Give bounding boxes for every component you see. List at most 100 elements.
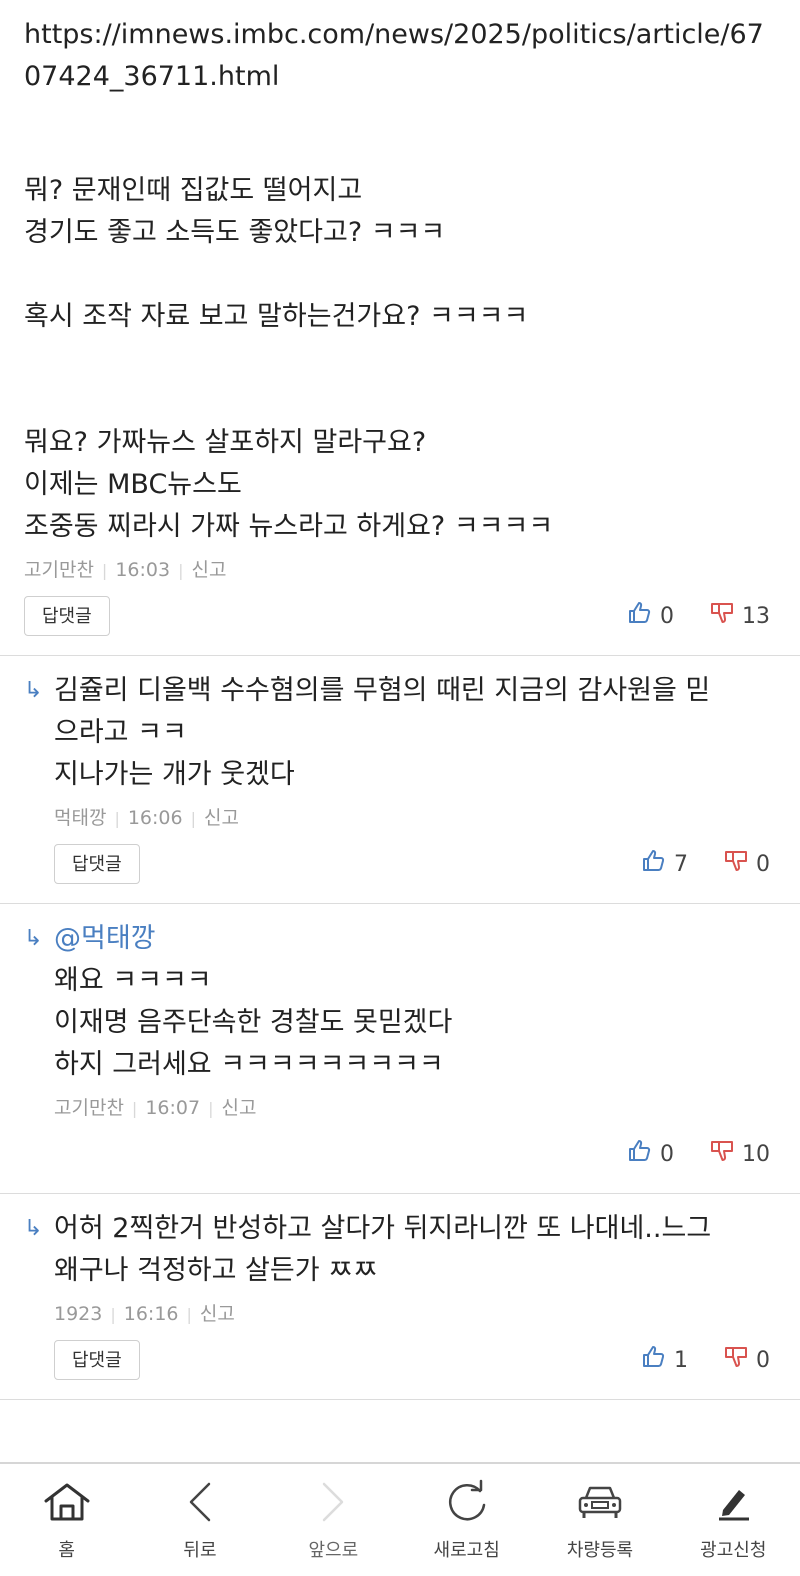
report-link[interactable]: 신고 xyxy=(204,807,239,829)
vote-group: 0 10 xyxy=(592,1139,770,1169)
comment-line: 왜요 ㅋㅋㅋㅋ xyxy=(54,965,212,996)
nav-ad-apply-button[interactable]: 광고신청 xyxy=(667,1464,800,1576)
reply-button[interactable]: 답댓글 xyxy=(54,1340,140,1380)
reply-button[interactable]: 답댓글 xyxy=(24,596,110,636)
comment-line xyxy=(24,380,770,422)
comment-meta: 먹태깡 | 16:06 | 신고 xyxy=(54,804,770,833)
nav-car-register-label: 차량등록 xyxy=(566,1540,634,1561)
home-icon xyxy=(42,1478,92,1526)
dislike-button[interactable]: 0 xyxy=(724,849,770,879)
thumbs-down-icon xyxy=(724,1345,756,1375)
like-button[interactable]: 7 xyxy=(642,849,688,879)
nav-car-register-button[interactable]: 차량등록 xyxy=(533,1464,666,1576)
dislike-button[interactable]: 13 xyxy=(710,601,770,631)
thumbs-up-icon xyxy=(642,1345,674,1375)
nav-refresh-button[interactable]: 새로고침 xyxy=(400,1464,533,1576)
like-button[interactable]: 1 xyxy=(642,1345,688,1375)
meta-divider: | xyxy=(178,561,184,580)
comment-list: https://imnews.imbc.com/news/2025/politi… xyxy=(0,0,800,1462)
vote-group: 1 0 xyxy=(606,1345,770,1375)
comment-line: 조중동 찌라시 가짜 뉴스라고 하게요? ㅋㅋㅋㅋ xyxy=(24,511,554,542)
comment-line: 경기도 좋고 소득도 좋았다고? ㅋㅋㅋ xyxy=(24,217,446,248)
like-button[interactable]: 0 xyxy=(628,1139,674,1169)
comment-url-text: https://imnews.imbc.com/news/2025/politi… xyxy=(24,19,764,92)
like-button[interactable]: 0 xyxy=(628,601,674,631)
like-count: 0 xyxy=(660,603,674,629)
nav-ad-apply-label: 광고신청 xyxy=(700,1540,767,1561)
vote-group: 0 13 xyxy=(592,601,770,631)
comment-line: 혹시 조작 자료 보고 말하는건가요? ㅋㅋㅋㅋ xyxy=(24,301,529,332)
thumbs-down-icon xyxy=(710,1139,742,1169)
comment-actions: 답댓글 0 13 xyxy=(24,595,770,637)
comment-time: 16:16 xyxy=(123,1303,179,1325)
vote-group: 7 0 xyxy=(606,849,770,879)
comment-line: 지나가는 개가 웃겠다 xyxy=(54,759,295,790)
comment-author[interactable]: 먹태깡 xyxy=(54,807,106,829)
report-link[interactable]: 신고 xyxy=(200,1303,235,1325)
nav-refresh-label: 새로고침 xyxy=(433,1540,500,1561)
comment-author[interactable]: 1923 xyxy=(54,1303,102,1325)
thumbs-down-icon xyxy=(724,849,756,879)
dislike-count: 13 xyxy=(742,603,770,629)
like-count: 1 xyxy=(674,1347,688,1373)
like-count: 7 xyxy=(674,851,688,877)
dislike-button[interactable]: 10 xyxy=(710,1139,770,1169)
comment-time: 16:06 xyxy=(127,807,183,829)
report-link[interactable]: 신고 xyxy=(221,1097,256,1119)
comment-line: 어허 2찍한거 반성하고 살다가 뒤지라니깐 또 나대네..느그 xyxy=(54,1213,712,1244)
comment-actions: 답댓글 7 0 xyxy=(54,843,770,885)
nav-forward-button[interactable]: 앞으로 xyxy=(267,1464,400,1576)
comment-author[interactable]: 고기만찬 xyxy=(24,559,94,581)
mention-link[interactable]: @먹태깡 xyxy=(54,918,770,960)
comment-line: 하지 그러세요 ㅋㅋㅋㅋㅋㅋㅋㅋㅋ xyxy=(54,1049,444,1080)
comment-item: https://imnews.imbc.com/news/2025/politi… xyxy=(0,0,800,656)
chevron-left-icon xyxy=(185,1478,215,1526)
comment-actions: 0 10 xyxy=(54,1133,770,1175)
reply-button[interactable]: 답댓글 xyxy=(54,844,140,884)
dislike-button[interactable]: 0 xyxy=(724,1345,770,1375)
thumbs-down-icon xyxy=(710,601,742,631)
comment-time: 16:07 xyxy=(145,1097,201,1119)
chevron-right-icon xyxy=(318,1478,348,1526)
meta-divider: | xyxy=(186,1305,192,1324)
nav-home-label: 홈 xyxy=(58,1540,75,1561)
comment-line: 뭐요? 가짜뉴스 살포하지 말라구요? xyxy=(24,427,427,458)
nav-forward-label: 앞으로 xyxy=(308,1540,359,1561)
pencil-icon xyxy=(713,1478,753,1526)
reply-arrow-icon: ↳ xyxy=(24,1216,43,1241)
comment-line: 이제는 MBC뉴스도 xyxy=(24,469,242,500)
car-icon xyxy=(576,1478,624,1526)
reply-item: ↳ 김쥴리 디올백 수수혐의를 무혐의 때린 지금의 감사원을 믿 으라고 ㅋㅋ… xyxy=(0,656,800,904)
nav-home-button[interactable]: 홈 xyxy=(0,1464,133,1576)
nav-back-label: 뒤로 xyxy=(183,1540,217,1561)
meta-divider: | xyxy=(190,809,196,828)
dislike-count: 0 xyxy=(756,851,770,877)
thumbs-up-icon xyxy=(628,1139,660,1169)
comment-line: 으라고 ㅋㅋ xyxy=(54,717,187,748)
thumbs-up-icon xyxy=(642,849,674,879)
like-count: 0 xyxy=(660,1141,674,1167)
comment-line xyxy=(24,338,770,380)
reply-arrow-icon: ↳ xyxy=(24,926,43,951)
comment-line: 김쥴리 디올백 수수혐의를 무혐의 때린 지금의 감사원을 믿 xyxy=(54,675,711,706)
meta-divider: | xyxy=(131,1099,138,1118)
reply-arrow-icon: ↳ xyxy=(24,678,43,703)
comment-meta: 고기만찬 | 16:07 | 신고 xyxy=(54,1094,770,1123)
reply-item: ↳ 어허 2찍한거 반성하고 살다가 뒤지라니깐 또 나대네..느그 왜구나 걱… xyxy=(0,1194,800,1400)
bottom-nav-bar: 홈 뒤로 앞으로 새로고침 차량등록 광고신청 xyxy=(0,1462,800,1576)
nav-back-button[interactable]: 뒤로 xyxy=(133,1464,266,1576)
comment-time: 16:03 xyxy=(115,559,171,581)
dislike-count: 0 xyxy=(756,1347,770,1373)
refresh-icon xyxy=(444,1478,490,1526)
comment-line: 왜구나 걱정하고 살든가 ㅉㅉ xyxy=(54,1255,378,1286)
comment-line: 뭐? 문재인때 집값도 떨어지고 xyxy=(24,175,363,206)
comment-meta: 고기만찬 | 16:03 | 신고 xyxy=(24,556,770,585)
comment-author[interactable]: 고기만찬 xyxy=(54,1097,124,1119)
meta-divider: | xyxy=(101,561,108,580)
comment-body: 뭐? 문재인때 집값도 떨어지고 경기도 좋고 소득도 좋았다고? ㅋㅋㅋ 혹시… xyxy=(24,170,770,548)
report-link[interactable]: 신고 xyxy=(191,559,226,581)
comment-line xyxy=(24,254,770,296)
meta-divider: | xyxy=(110,1305,116,1324)
meta-divider: | xyxy=(114,809,120,828)
dislike-count: 10 xyxy=(742,1141,770,1167)
